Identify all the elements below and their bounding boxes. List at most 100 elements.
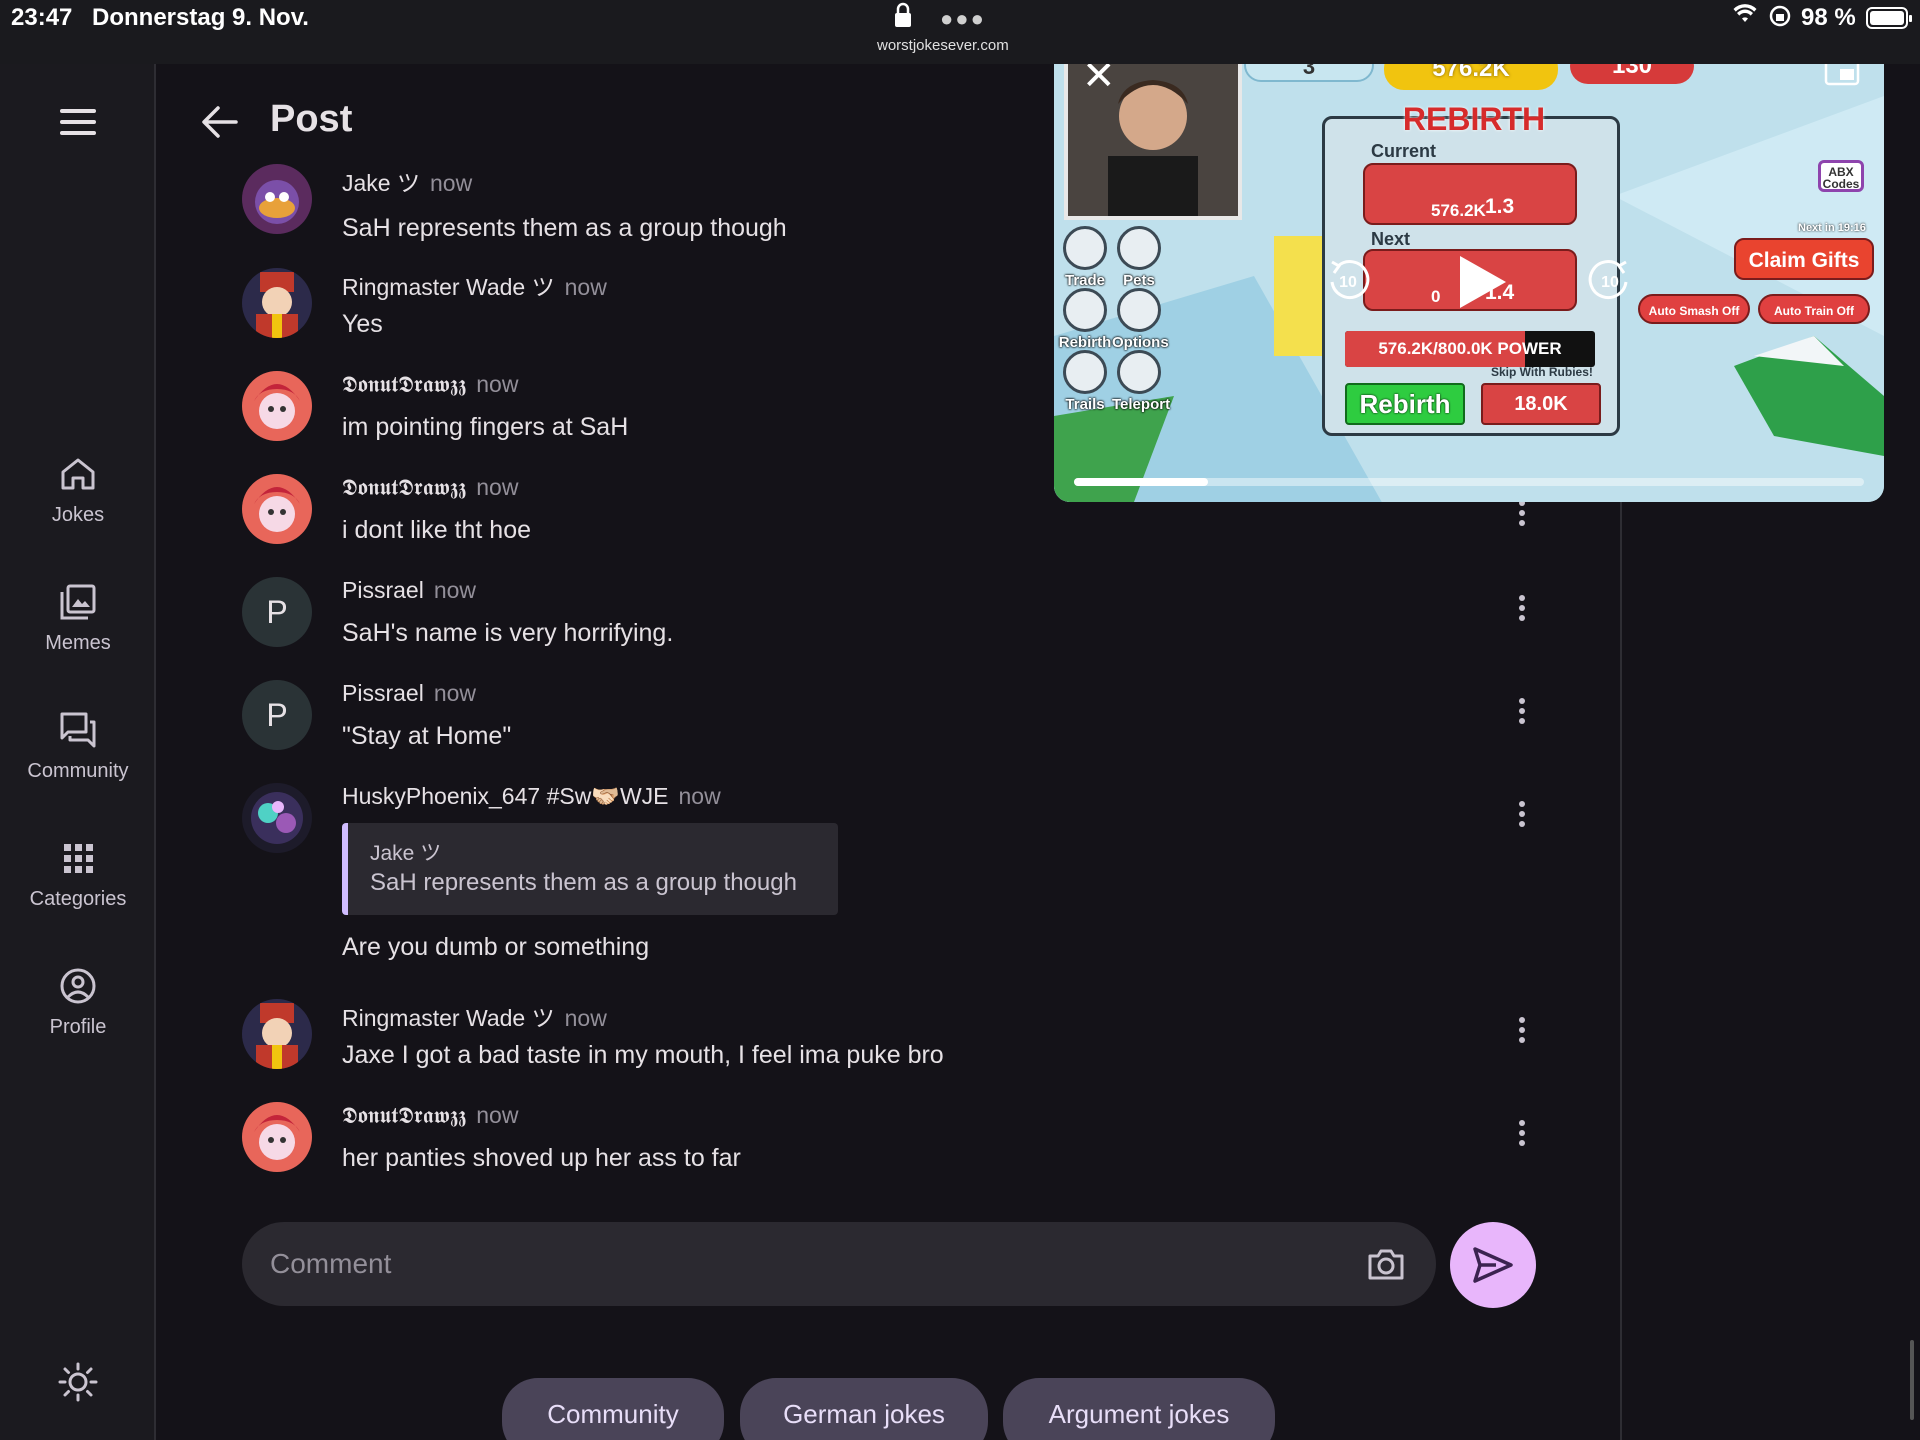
comment-author[interactable]: Pissrael (342, 577, 424, 603)
nav-item-label: Jokes (51, 504, 105, 526)
theme-toggle-icon[interactable] (58, 1362, 98, 1402)
game-current-label: Current (1371, 141, 1437, 161)
nav-item-categories[interactable]: Categories (0, 838, 156, 911)
nav-item-label: Community (27, 760, 129, 782)
comment-text: her panties shoved up her ass to far (342, 1144, 741, 1172)
game-options-button: Options (1112, 288, 1169, 351)
nav-item-community[interactable]: Community (0, 710, 156, 783)
nav-item-profile[interactable]: Profile (0, 966, 156, 1039)
browser-url[interactable]: worstjokesever.com (877, 37, 1009, 54)
more-vert-icon[interactable] (1510, 496, 1534, 536)
comment-text: SaH represents them as a group though (342, 214, 787, 242)
comment-time: now (564, 274, 607, 300)
game-rebirth-title: REBIRTH (1402, 101, 1546, 137)
game-pets-button: Pets (1112, 226, 1166, 289)
avatar[interactable]: P (242, 680, 312, 750)
comment-composer (242, 1222, 1436, 1306)
comment-author[interactable]: 𝕯𝖔𝖓𝖚𝖙𝕯𝖗𝖆𝖜𝖟𝖟 (342, 371, 466, 397)
more-vert-icon[interactable] (1510, 1013, 1534, 1053)
game-next-label: Next (1371, 229, 1411, 249)
more-vert-icon[interactable] (1510, 1116, 1534, 1156)
send-icon (1473, 1247, 1513, 1283)
svg-text:10: 10 (1339, 274, 1357, 291)
game-power-text: 576.2K/800.0K POWER (1378, 339, 1562, 358)
reply-quote[interactable]: Jake ツ SaH represents them as a group th… (342, 823, 838, 915)
status-bar: 23:47 Donnerstag 9. Nov. ●●● worstjokese… (0, 0, 1920, 64)
avatar[interactable] (242, 474, 312, 544)
rotation-lock-icon (1768, 4, 1792, 34)
scrollbar[interactable] (1910, 1340, 1914, 1420)
app-root: 23:47 Donnerstag 9. Nov. ●●● worstjokese… (0, 0, 1920, 1440)
comment-time: now (433, 680, 477, 706)
avatar[interactable] (242, 999, 312, 1069)
forum-icon (60, 712, 96, 748)
game-rebirth-button: Rebirth (1058, 288, 1112, 351)
comment-author[interactable]: HuskyPhoenix_647 #Sw🫱🏻‍🫲🏼WJE (342, 783, 669, 809)
nav-item-label: Memes (45, 632, 111, 654)
chip-german-jokes[interactable]: German jokes (740, 1378, 988, 1440)
avatar[interactable] (242, 1102, 312, 1172)
more-vert-icon[interactable] (1510, 694, 1534, 734)
video-progress-bar[interactable] (1074, 478, 1864, 486)
reply-quote-author: Jake ツ (370, 842, 442, 865)
wifi-icon (1733, 4, 1757, 30)
nav-item-jokes[interactable]: Jokes (0, 454, 156, 527)
avatar[interactable] (242, 268, 312, 338)
nav-item-memes[interactable]: Memes (0, 582, 156, 655)
comment-author[interactable]: Ringmaster Wade ツ (342, 274, 555, 300)
game-next-in: Next in 19:16 (1798, 222, 1866, 234)
camera-icon[interactable] (1366, 1244, 1406, 1284)
multitasking-dots-icon[interactable]: ●●● (940, 6, 986, 32)
comment-text: im pointing fingers at SaH (342, 413, 629, 441)
comment-time: now (476, 474, 519, 500)
avatar[interactable] (242, 164, 312, 234)
game-power-bar: 576.2K/800.0K POWER (1345, 331, 1595, 367)
nav-item-label: Profile (49, 1016, 107, 1038)
avatar[interactable]: P (242, 577, 312, 647)
nav-item-label: Categories (29, 888, 127, 910)
play-icon[interactable] (1454, 252, 1510, 312)
comment-author[interactable]: 𝕯𝖔𝖓𝖚𝖙𝕯𝖗𝖆𝖜𝖟𝖟 (342, 474, 466, 500)
video-progress-fill (1074, 478, 1209, 486)
comment-time: now (433, 577, 477, 603)
nav-rail: Jokes Memes Community Categories Profile (0, 64, 156, 1440)
game-rebirth-confirm: Rebirth (1345, 383, 1465, 425)
svg-text:10: 10 (1601, 274, 1619, 291)
comment-text: i dont like tht hoe (342, 516, 532, 544)
game-teleport-button: Teleport (1112, 350, 1170, 413)
game-skip-label: Skip With Rubies! (1491, 365, 1593, 379)
status-date: Donnerstag 9. Nov. (92, 4, 309, 31)
avatar[interactable] (242, 371, 312, 441)
comment-text: "Stay at Home" (342, 722, 512, 750)
game-auto-train: Auto Train Off (1758, 294, 1870, 324)
gallery-icon (60, 584, 96, 620)
back-arrow-icon[interactable] (200, 104, 240, 140)
battery-icon (1866, 7, 1912, 29)
avatar[interactable] (242, 783, 312, 853)
pip-video-player[interactable]: 3 576.2K 130 ✕ Trade Pets Rebirth Option… (1054, 36, 1884, 502)
comment-text: Are you dumb or something (342, 933, 650, 961)
lock-icon (895, 2, 911, 27)
comment-time: now (429, 170, 473, 196)
comment-author[interactable]: Pissrael (342, 680, 424, 706)
chip-community[interactable]: Community (502, 1378, 724, 1440)
comment-author[interactable]: Ringmaster Wade ツ (342, 1005, 555, 1031)
chip-argument-jokes[interactable]: Argument jokes (1003, 1378, 1275, 1440)
more-vert-icon[interactable] (1510, 591, 1534, 631)
comment-time: now (476, 1102, 519, 1128)
comment-text: Yes (342, 310, 383, 338)
game-claim-gifts: Claim Gifts (1734, 238, 1874, 280)
comment-author[interactable]: Jake ツ (342, 170, 420, 196)
status-time: 23:47 (11, 4, 73, 31)
comment-text: SaH's name is very horrifying. (342, 619, 674, 647)
comment-author[interactable]: 𝕯𝖔𝖓𝖚𝖙𝕯𝖗𝖆𝖜𝖟𝖟 (342, 1102, 466, 1128)
send-button[interactable] (1450, 1222, 1536, 1308)
reply-quote-text: SaH represents them as a group though (370, 869, 797, 896)
skip-forward-10-icon[interactable]: 10 (1586, 256, 1634, 304)
menu-icon[interactable] (58, 109, 98, 139)
game-auto-smash: Auto Smash Off (1638, 294, 1750, 324)
skip-back-10-icon[interactable]: 10 (1324, 256, 1372, 304)
more-vert-icon[interactable] (1510, 797, 1534, 837)
comment-input[interactable] (270, 1240, 1270, 1288)
account-circle-icon (60, 968, 96, 1004)
